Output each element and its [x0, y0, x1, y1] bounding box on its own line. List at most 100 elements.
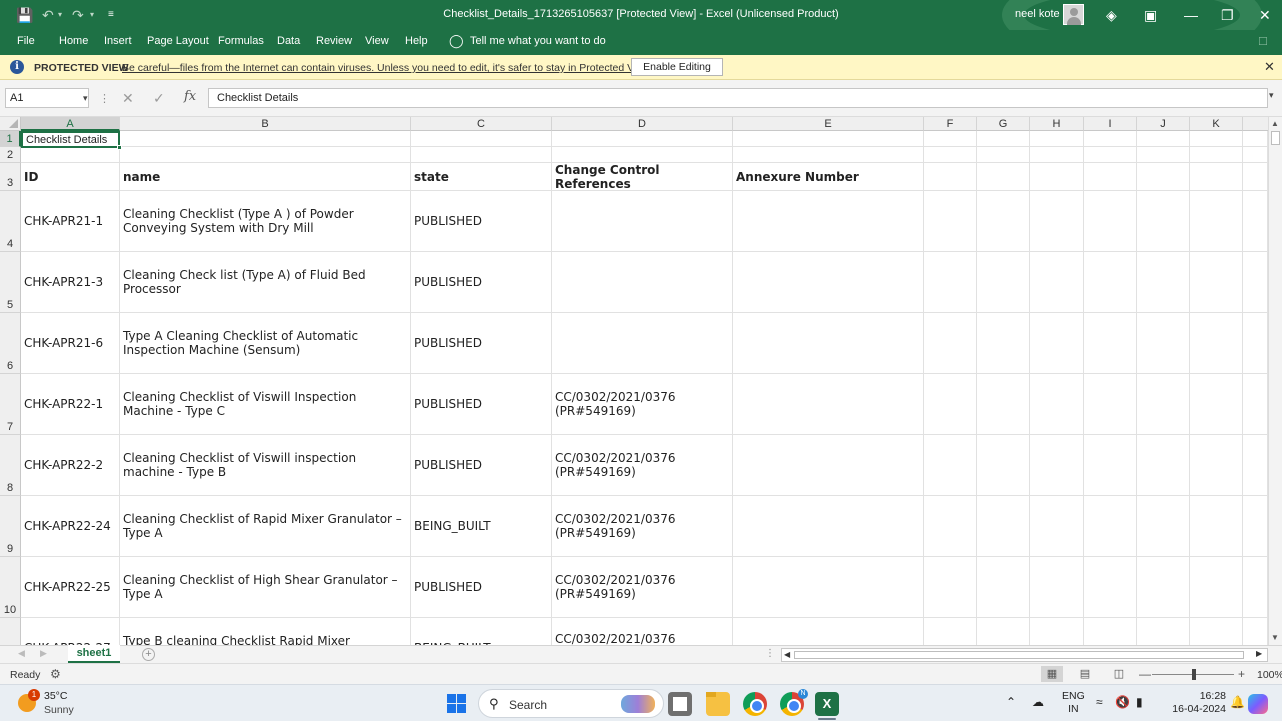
- cell-ccr[interactable]: CC/0302/2021/0376: [552, 618, 733, 645]
- user-name[interactable]: neel kote: [1015, 8, 1060, 20]
- cell[interactable]: [1190, 252, 1243, 313]
- select-all-corner[interactable]: [0, 117, 21, 131]
- row-header[interactable]: 3: [0, 163, 21, 191]
- cell[interactable]: [1137, 618, 1190, 645]
- cell[interactable]: [924, 252, 977, 313]
- cell[interactable]: [977, 435, 1030, 496]
- cell[interactable]: [977, 131, 1030, 147]
- cell-annexure[interactable]: [733, 557, 924, 618]
- tab-insert[interactable]: Insert: [104, 35, 132, 47]
- chevron-down-icon[interactable]: ▾: [83, 93, 88, 104]
- zoom-level[interactable]: 100%: [1257, 669, 1282, 681]
- cell[interactable]: [924, 163, 977, 191]
- cell[interactable]: [1243, 131, 1268, 147]
- tab-help[interactable]: Help: [405, 35, 428, 47]
- battery-icon[interactable]: ▮: [1136, 695, 1143, 709]
- cell[interactable]: [552, 131, 733, 147]
- row-header[interactable]: 8: [0, 435, 21, 496]
- cell-state[interactable]: PUBLISHED: [411, 374, 552, 435]
- avatar[interactable]: [1063, 4, 1084, 25]
- tab-home[interactable]: Home: [59, 35, 88, 47]
- add-sheet-icon[interactable]: +: [142, 648, 155, 661]
- cell[interactable]: [1137, 163, 1190, 191]
- header-id[interactable]: ID: [21, 163, 120, 191]
- volume-muted-icon[interactable]: 🔇: [1115, 695, 1130, 709]
- cell[interactable]: [1084, 163, 1137, 191]
- cell[interactable]: [1084, 147, 1137, 163]
- cell[interactable]: [1030, 374, 1084, 435]
- chevron-up-icon[interactable]: ⌃: [1006, 695, 1016, 709]
- cell-id[interactable]: CHK-APR22-25: [21, 557, 120, 618]
- cell[interactable]: [977, 163, 1030, 191]
- vertical-scrollbar[interactable]: ▲ ▼: [1268, 117, 1282, 645]
- cell-state[interactable]: BEING_BUILT: [411, 496, 552, 557]
- cell[interactable]: [1030, 435, 1084, 496]
- cell[interactable]: [1243, 191, 1268, 252]
- cell[interactable]: [1243, 374, 1268, 435]
- insert-function-icon[interactable]: fx: [184, 89, 196, 104]
- cell-annexure[interactable]: [733, 313, 924, 374]
- cell[interactable]: [1243, 496, 1268, 557]
- column-header-c[interactable]: C: [411, 117, 552, 131]
- cell[interactable]: [1084, 191, 1137, 252]
- cell-state[interactable]: BEING_BUILT: [411, 618, 552, 645]
- cell[interactable]: [1243, 147, 1268, 163]
- column-header-b[interactable]: B: [120, 117, 411, 131]
- accessibility-icon[interactable]: ⚙: [50, 667, 61, 681]
- cell[interactable]: [1030, 163, 1084, 191]
- cell[interactable]: [1030, 191, 1084, 252]
- copilot-icon[interactable]: [1248, 694, 1268, 714]
- cell-id[interactable]: CHK-APR22-24: [21, 496, 120, 557]
- cell-id[interactable]: CHK-APR22-1: [21, 374, 120, 435]
- clock[interactable]: 16:28 16-04-2024: [1164, 690, 1226, 716]
- column-header-j[interactable]: J: [1137, 117, 1190, 131]
- cell[interactable]: [1084, 557, 1137, 618]
- row-header[interactable]: 9: [0, 496, 21, 557]
- cell-name[interactable]: Cleaning Checklist (Type A ) of Powder C…: [120, 191, 411, 252]
- tab-data[interactable]: Data: [277, 35, 300, 47]
- taskbar-search[interactable]: ⚲ Search: [478, 689, 664, 718]
- row-header[interactable]: 1: [0, 131, 21, 147]
- cell-a1[interactable]: Checklist Details: [21, 131, 120, 148]
- row-header[interactable]: 2: [0, 147, 21, 163]
- tab-split-handle-icon[interactable]: ⋮: [765, 648, 775, 659]
- cell-name[interactable]: Cleaning Checklist of High Shear Granula…: [120, 557, 411, 618]
- cell-id[interactable]: CHK-APR21-1: [21, 191, 120, 252]
- cell[interactable]: [1137, 147, 1190, 163]
- cell-name[interactable]: Cleaning Checklist of Rapid Mixer Granul…: [120, 496, 411, 557]
- cell[interactable]: [1030, 496, 1084, 557]
- cell[interactable]: [1030, 313, 1084, 374]
- fill-handle[interactable]: [117, 145, 122, 150]
- cell[interactable]: [1030, 131, 1084, 147]
- cell[interactable]: [1137, 557, 1190, 618]
- comment-icon[interactable]: □: [1259, 33, 1267, 48]
- cell[interactable]: [1030, 147, 1084, 163]
- cell[interactable]: [1243, 435, 1268, 496]
- cell-state[interactable]: PUBLISHED: [411, 252, 552, 313]
- cell[interactable]: [1190, 313, 1243, 374]
- horizontal-scrollbar[interactable]: ◀: [781, 648, 1268, 662]
- lightbulb-icon[interactable]: ◯: [449, 33, 464, 49]
- header-annexure-number[interactable]: Annexure Number: [733, 163, 924, 191]
- row-header[interactable]: 6: [0, 313, 21, 374]
- protected-view-message[interactable]: Be careful—files from the Internet can c…: [122, 62, 652, 74]
- cell[interactable]: [1243, 557, 1268, 618]
- cell-state[interactable]: PUBLISHED: [411, 435, 552, 496]
- cell-state[interactable]: PUBLISHED: [411, 313, 552, 374]
- weather-temperature[interactable]: 35°C: [44, 690, 67, 702]
- name-box[interactable]: A1 ▾: [5, 88, 89, 108]
- cell[interactable]: [411, 131, 552, 147]
- cell[interactable]: [1190, 496, 1243, 557]
- cell-id[interactable]: CHK-APR21-3: [21, 252, 120, 313]
- horizontal-scroll-thumb[interactable]: [794, 651, 1244, 659]
- column-header-l[interactable]: [1243, 117, 1268, 131]
- sheet-tab-sheet1[interactable]: sheet1: [68, 645, 120, 663]
- cell-name[interactable]: Type B cleaning Checklist Rapid Mixer Gr…: [120, 618, 411, 645]
- cell[interactable]: [977, 313, 1030, 374]
- cell-name[interactable]: Cleaning Check list (Type A) of Fluid Be…: [120, 252, 411, 313]
- next-sheet-icon[interactable]: ▶: [40, 648, 47, 659]
- wifi-icon[interactable]: ≈: [1096, 695, 1103, 709]
- cell[interactable]: [1190, 435, 1243, 496]
- cell[interactable]: [924, 191, 977, 252]
- cell[interactable]: [552, 147, 733, 163]
